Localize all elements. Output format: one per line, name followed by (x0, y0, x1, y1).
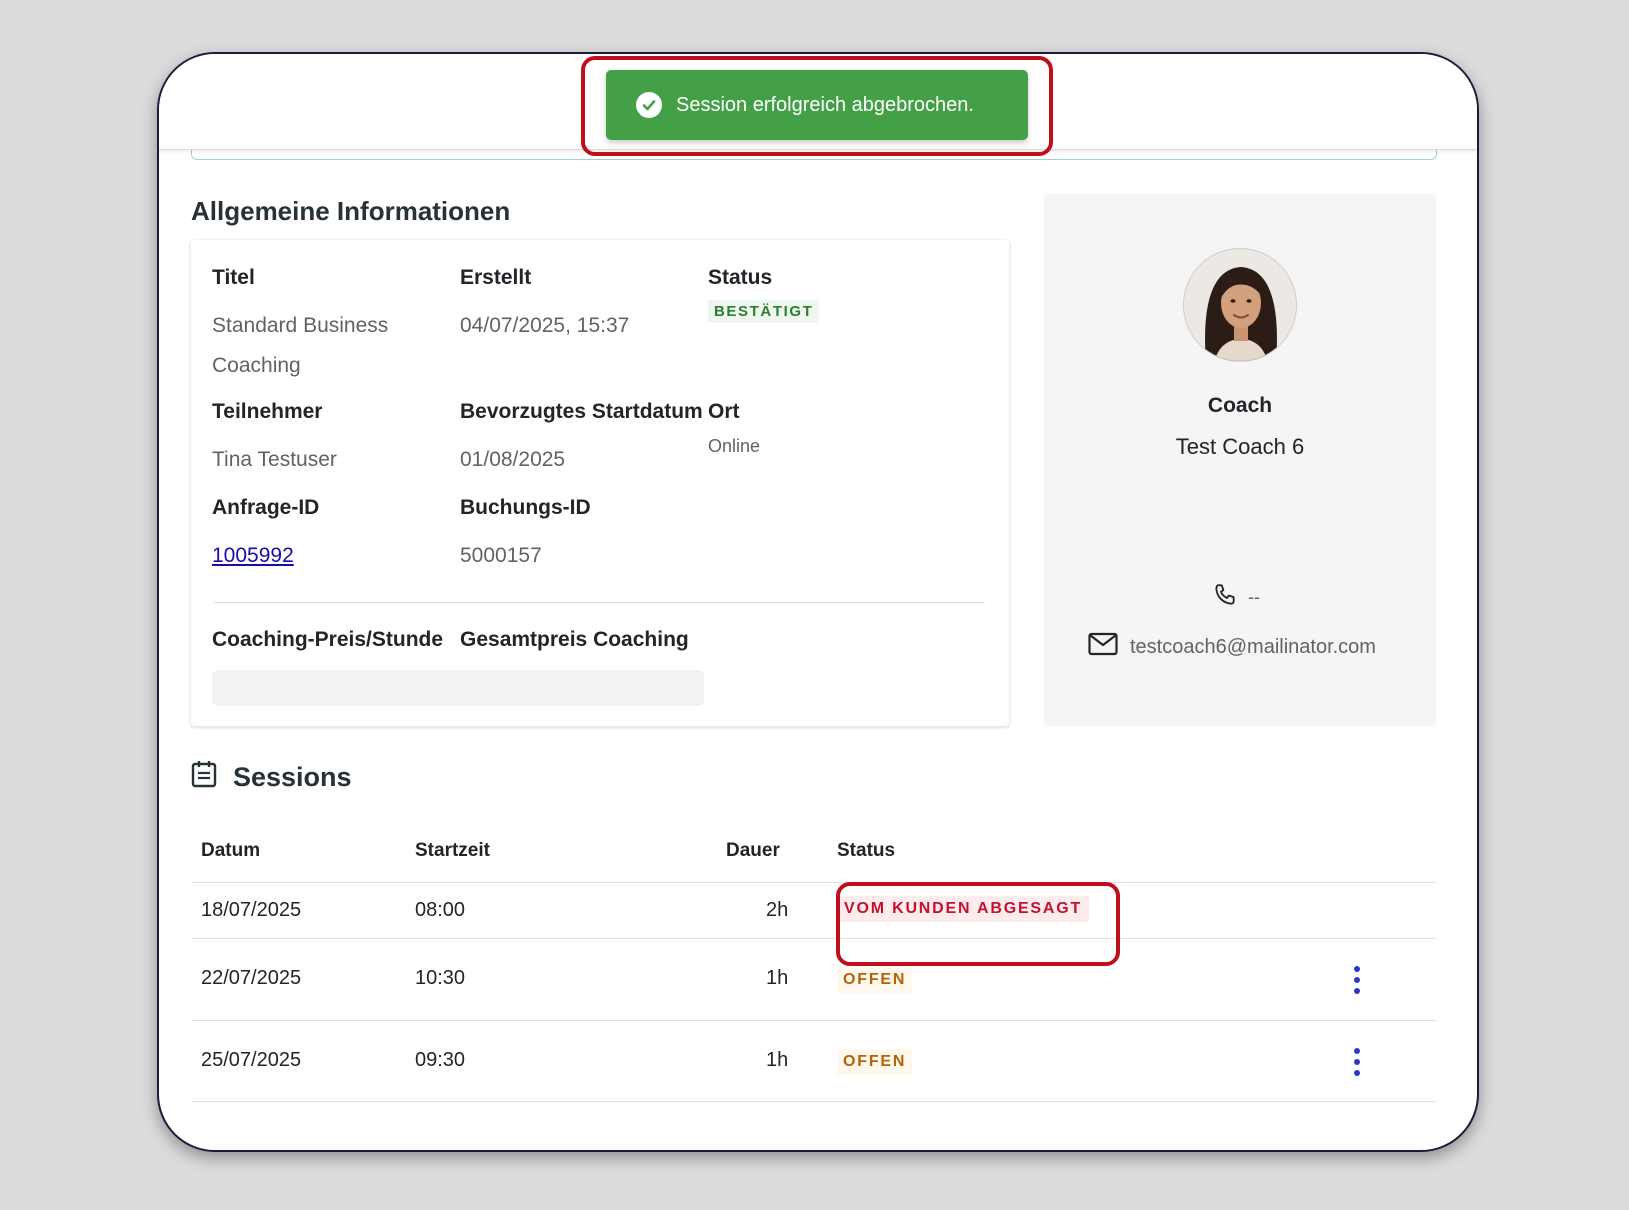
status-badge: OFFEN (837, 1049, 913, 1075)
titel-line-2: Coaching (212, 354, 301, 377)
field-label: Teilnehmer (212, 400, 323, 423)
more-vert-icon[interactable] (1352, 1048, 1362, 1076)
success-toast[interactable]: Session erfolgreich abgebrochen. (606, 70, 1028, 140)
sessions-title: Sessions (233, 762, 352, 792)
cell-startzeit: 10:30 (415, 967, 466, 989)
cell-datum: 25/07/2025 (201, 1049, 302, 1071)
calendar-icon (191, 760, 217, 795)
table-row[interactable]: 25/07/2025 09:30 1h OFFEN (191, 1020, 1437, 1102)
phone-value: -- (1248, 587, 1260, 607)
sessions-heading: Sessions (191, 760, 352, 795)
field-startdatum: Bevorzugtes Startdatum 01/08/2025 (460, 400, 703, 480)
section-title-general-info: Allgemeine Informationen (191, 196, 511, 226)
coach-email[interactable]: testcoach6@mailinator.com (1088, 632, 1376, 662)
table-row[interactable]: 22/07/2025 10:30 1h OFFEN (191, 938, 1437, 1020)
email-value: testcoach6@mailinator.com (1130, 635, 1376, 658)
column-header-startzeit[interactable]: Startzeit (415, 840, 490, 862)
field-label: Ort (708, 400, 740, 423)
field-label: Anfrage-ID (212, 496, 320, 519)
field-value: Tina Testuser (212, 448, 337, 471)
cell-dauer: 1h (766, 967, 789, 989)
field-label: Buchungs-ID (460, 496, 591, 519)
field-status: Status BESTÄTIGT (708, 266, 820, 323)
more-vert-icon[interactable] (1352, 966, 1362, 994)
app-window: Session erfolgreich abgebrochen. Allgeme… (157, 52, 1479, 1152)
cell-startzeit: 08:00 (415, 899, 466, 921)
cell-datum: 22/07/2025 (201, 967, 302, 989)
coach-name: Test Coach 6 (1175, 434, 1305, 459)
field-titel: Titel Standard Business Coaching (212, 266, 388, 386)
column-header-datum[interactable]: Datum (201, 840, 260, 862)
field-label: Erstellt (460, 266, 532, 289)
cell-datum: 18/07/2025 (201, 899, 302, 921)
cell-dauer: 1h (766, 1049, 789, 1071)
column-header-status[interactable]: Status (837, 840, 895, 862)
field-value: 01/08/2025 (460, 448, 566, 471)
anfrage-id-link[interactable]: 1005992 (212, 544, 294, 567)
field-value: Standard Business Coaching (212, 306, 388, 386)
field-ort: Ort Online (708, 400, 760, 458)
column-header-dauer[interactable]: Dauer (726, 840, 780, 862)
phone-icon (1212, 582, 1238, 613)
coach-card: Coach Test Coach 6 -- testcoach6@mailina… (1044, 194, 1436, 726)
cell-startzeit: 09:30 (415, 1049, 466, 1071)
toast-message: Session erfolgreich abgebrochen. (676, 93, 974, 116)
field-label: Gesamtpreis Coaching (460, 628, 689, 651)
field-gesamtpreis: Gesamtpreis Coaching (460, 628, 689, 652)
price-placeholder (212, 670, 704, 706)
field-buchungs-id: Buchungs-ID 5000157 (460, 496, 591, 576)
field-label: Status (708, 266, 773, 289)
mail-icon (1088, 632, 1118, 662)
field-value: 1005992 (212, 536, 319, 576)
field-preis-stunde: Coaching-Preis/Stunde (212, 628, 443, 652)
coach-phone: -- (1212, 582, 1260, 613)
table-row[interactable]: 18/07/2025 08:00 2h VOM KUNDEN ABGESAGT (191, 882, 1437, 938)
cell-dauer: 2h (766, 899, 789, 921)
field-label: Titel (212, 266, 255, 289)
general-info-card: Titel Standard Business Coaching Erstell… (191, 240, 1009, 726)
field-anfrage-id: Anfrage-ID 1005992 (212, 496, 319, 576)
field-value: Online (708, 436, 761, 456)
field-label: Bevorzugtes Startdatum (460, 400, 703, 423)
field-value: 04/07/2025, 15:37 (460, 314, 630, 337)
avatar (1183, 248, 1297, 362)
divider (214, 602, 985, 603)
status-highlight-box (836, 882, 1120, 966)
titel-line-1: Standard Business (212, 314, 389, 337)
status-badge: OFFEN (837, 967, 913, 993)
field-label: Coaching-Preis/Stunde (212, 628, 444, 651)
field-teilnehmer: Teilnehmer Tina Testuser (212, 400, 337, 480)
field-erstellt: Erstellt 04/07/2025, 15:37 (460, 266, 629, 346)
field-value: 5000157 (460, 544, 542, 567)
status-badge: BESTÄTIGT (708, 300, 820, 323)
coach-role: Coach (1207, 394, 1273, 417)
check-circle-icon (636, 92, 662, 118)
